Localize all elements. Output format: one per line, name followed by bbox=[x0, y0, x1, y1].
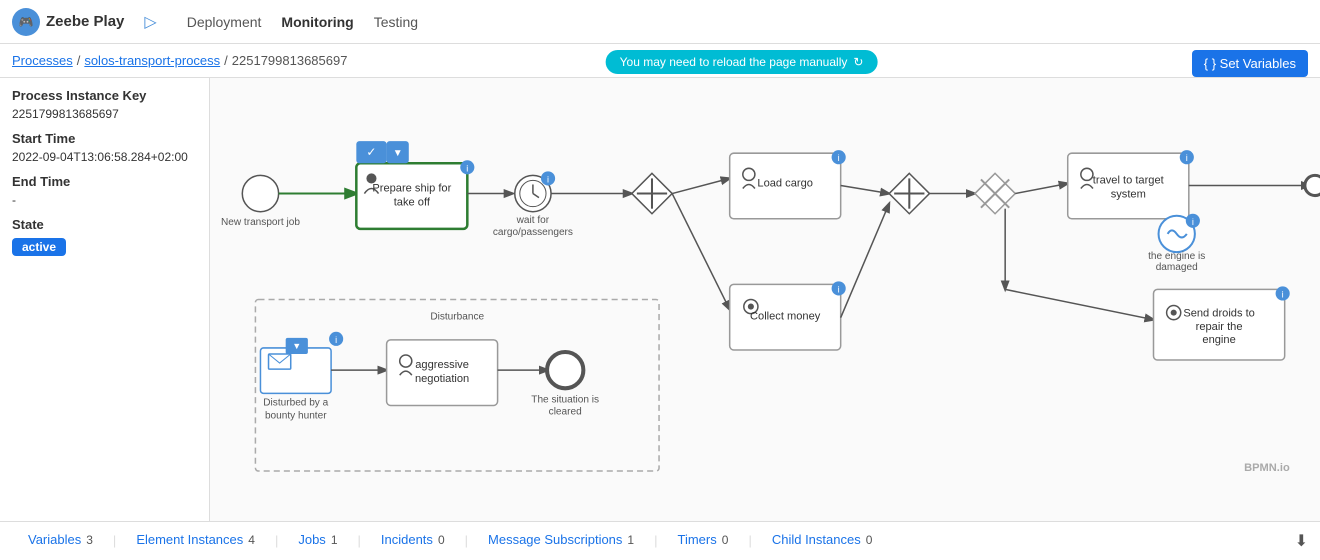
svg-text:i: i bbox=[547, 174, 549, 184]
task-prepare-label2: take off bbox=[394, 197, 431, 209]
left-panel: Process Instance Key 2251799813685697 St… bbox=[0, 78, 210, 521]
flow-exclusive-droids2 bbox=[1005, 289, 1153, 319]
start-time-value: 2022-09-04T13:06:58.284+02:00 bbox=[12, 150, 197, 164]
end-time-label: End Time bbox=[12, 174, 197, 189]
tab-jobs-count: 1 bbox=[331, 533, 338, 547]
engine-damaged-label2: damaged bbox=[1156, 262, 1198, 273]
nav-deployment[interactable]: Deployment bbox=[187, 14, 262, 30]
cleared-label2: cleared bbox=[549, 407, 582, 418]
reload-icon[interactable]: ↻ bbox=[853, 55, 863, 69]
start-event-label: New transport job bbox=[221, 217, 300, 228]
flow-exclusive-travel bbox=[1015, 183, 1067, 193]
tab-timers-count: 0 bbox=[722, 533, 729, 547]
tab-message-subscriptions-count: 1 bbox=[627, 533, 634, 547]
tab-variables[interactable]: Variables 3 bbox=[12, 522, 109, 560]
end-time-value: - bbox=[12, 193, 197, 207]
logo-text: Zeebe Play bbox=[46, 13, 124, 30]
svg-text:▼: ▼ bbox=[292, 341, 301, 351]
svg-text:i: i bbox=[1192, 217, 1194, 227]
tab-variables-count: 3 bbox=[86, 533, 93, 547]
engine-damaged-label: the engine is bbox=[1148, 251, 1205, 262]
tab-incidents-count: 0 bbox=[438, 533, 445, 547]
flow-p1-collect bbox=[672, 194, 730, 310]
tab-timers[interactable]: Timers 0 bbox=[662, 522, 745, 560]
reload-banner[interactable]: You may need to reload the page manually… bbox=[606, 50, 878, 74]
start-event[interactable] bbox=[242, 175, 278, 211]
dropdown-icon: ▼ bbox=[393, 148, 403, 159]
header: 🎮 Zeebe Play ▷ Deployment Monitoring Tes… bbox=[0, 0, 1320, 44]
bpmn-canvas-area: New transport job ✓ ▼ Prepare ship for t… bbox=[210, 78, 1320, 521]
bpmn-io-watermark: BPMN.io bbox=[1244, 462, 1290, 474]
flow-p1-load bbox=[672, 178, 730, 193]
task-load-label: Load cargo bbox=[757, 177, 813, 189]
flow-load-p2 bbox=[841, 185, 889, 193]
tab-jobs-label: Jobs bbox=[298, 532, 325, 547]
nav-monitoring[interactable]: Monitoring bbox=[281, 14, 353, 30]
situation-cleared-event[interactable] bbox=[547, 352, 583, 388]
end-event-partial bbox=[1305, 175, 1320, 195]
tab-element-instances[interactable]: Element Instances 4 bbox=[120, 522, 271, 560]
bpmn-diagram: New transport job ✓ ▼ Prepare ship for t… bbox=[210, 78, 1320, 521]
svg-text:i: i bbox=[1282, 289, 1284, 299]
reload-text: You may need to reload the page manually bbox=[620, 55, 848, 69]
task-collect-label: Collect money bbox=[750, 311, 821, 323]
task-droids-label3: engine bbox=[1202, 334, 1235, 346]
svg-text:i: i bbox=[1186, 153, 1188, 163]
tab-variables-label: Variables bbox=[28, 532, 81, 547]
svg-text:i: i bbox=[335, 335, 337, 345]
nav: Deployment Monitoring Testing bbox=[187, 14, 418, 30]
logo-icon: 🎮 bbox=[12, 8, 40, 36]
nav-testing[interactable]: Testing bbox=[374, 14, 418, 30]
cleared-label: The situation is bbox=[531, 394, 599, 405]
task-droids-label: Send droids to bbox=[1183, 308, 1255, 320]
tab-message-subscriptions[interactable]: Message Subscriptions 1 bbox=[472, 522, 650, 560]
tab-message-subscriptions-label: Message Subscriptions bbox=[488, 532, 622, 547]
play-button[interactable]: ▷ bbox=[144, 12, 156, 32]
breadcrumb-instance: 2251799813685697 bbox=[232, 53, 348, 68]
task-travel-label: travel to target bbox=[1093, 174, 1164, 186]
process-instance-key-label: Process Instance Key bbox=[12, 88, 197, 103]
tab-timers-label: Timers bbox=[678, 532, 717, 547]
timer-label: wait for bbox=[516, 215, 550, 226]
process-instance-key-value: 2251799813685697 bbox=[12, 107, 197, 121]
disturbed-label: Disturbed by a bbox=[263, 397, 328, 408]
tab-child-instances-label: Child Instances bbox=[772, 532, 861, 547]
download-button[interactable]: ⬇ bbox=[1295, 531, 1308, 551]
tab-child-instances-count: 0 bbox=[866, 533, 873, 547]
flow-collect-p2 bbox=[841, 204, 889, 318]
breadcrumb: Processes / solos-transport-process / 22… bbox=[12, 53, 347, 68]
task-negotiation-label: aggressive bbox=[415, 359, 469, 371]
disturbed-label2: bounty hunter bbox=[265, 411, 327, 422]
task-negotiation-label2: negotiation bbox=[415, 373, 469, 385]
set-variables-button[interactable]: { } Set Variables bbox=[1192, 50, 1308, 77]
task-droids-label2: repair the bbox=[1196, 321, 1243, 333]
tab-element-instances-label: Element Instances bbox=[136, 532, 243, 547]
tab-jobs[interactable]: Jobs 1 bbox=[282, 522, 353, 560]
logo: 🎮 Zeebe Play bbox=[12, 8, 124, 36]
state-label: State bbox=[12, 217, 197, 232]
bottom-tabs: Variables 3 | Element Instances 4 | Jobs… bbox=[0, 521, 1320, 559]
main-layout: Process Instance Key 2251799813685697 St… bbox=[0, 78, 1320, 521]
task-travel-label2: system bbox=[1111, 189, 1146, 201]
svg-text:i: i bbox=[838, 284, 840, 294]
svg-text:i: i bbox=[838, 153, 840, 163]
tab-incidents[interactable]: Incidents 0 bbox=[365, 522, 461, 560]
check-icon: ✓ bbox=[366, 145, 376, 159]
tab-child-instances[interactable]: Child Instances 0 bbox=[756, 522, 889, 560]
tab-incidents-label: Incidents bbox=[381, 532, 433, 547]
start-time-label: Start Time bbox=[12, 131, 197, 146]
state-badge: active bbox=[12, 238, 66, 256]
disturbance-label: Disturbance bbox=[430, 312, 484, 323]
tab-element-instances-count: 4 bbox=[248, 533, 255, 547]
breadcrumb-processes[interactable]: Processes bbox=[12, 53, 73, 68]
timer-label2: cargo/passengers bbox=[493, 227, 573, 238]
breadcrumb-process[interactable]: solos-transport-process bbox=[84, 53, 220, 68]
svg-text:i: i bbox=[466, 163, 468, 173]
task-prepare-label: Prepare ship for bbox=[372, 183, 451, 195]
